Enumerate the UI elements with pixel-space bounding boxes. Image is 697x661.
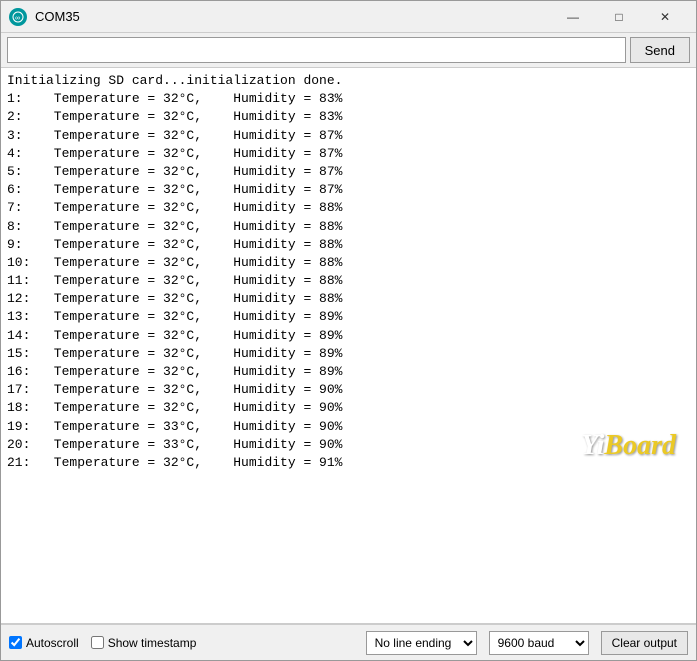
- timestamp-checkbox[interactable]: [91, 636, 104, 649]
- autoscroll-checkbox[interactable]: [9, 636, 22, 649]
- main-window: ∞ COM35 — □ ✕ Send Initializing SD card.…: [0, 0, 697, 661]
- serial-line: 18: Temperature = 32°C, Humidity = 90%: [7, 399, 690, 417]
- maximize-button[interactable]: □: [596, 2, 642, 32]
- serial-line: 21: Temperature = 32°C, Humidity = 91%: [7, 454, 690, 472]
- timestamp-label: Show timestamp: [108, 636, 197, 650]
- minimize-button[interactable]: —: [550, 2, 596, 32]
- serial-line: 14: Temperature = 32°C, Humidity = 89%: [7, 327, 690, 345]
- close-button[interactable]: ✕: [642, 2, 688, 32]
- serial-line: 6: Temperature = 32°C, Humidity = 87%: [7, 181, 690, 199]
- serial-line: 19: Temperature = 33°C, Humidity = 90%: [7, 418, 690, 436]
- serial-line: 2: Temperature = 32°C, Humidity = 83%: [7, 108, 690, 126]
- timestamp-checkbox-label[interactable]: Show timestamp: [91, 636, 197, 650]
- autoscroll-checkbox-label[interactable]: Autoscroll: [9, 636, 79, 650]
- input-bar: Send: [1, 33, 696, 68]
- serial-line: 5: Temperature = 32°C, Humidity = 87%: [7, 163, 690, 181]
- serial-line: 11: Temperature = 32°C, Humidity = 88%: [7, 272, 690, 290]
- serial-line: 1: Temperature = 32°C, Humidity = 83%: [7, 90, 690, 108]
- serial-line: 8: Temperature = 32°C, Humidity = 88%: [7, 218, 690, 236]
- send-button[interactable]: Send: [630, 37, 690, 63]
- serial-line: 16: Temperature = 32°C, Humidity = 89%: [7, 363, 690, 381]
- app-icon: ∞: [9, 8, 27, 26]
- serial-output[interactable]: Initializing SD card...initialization do…: [1, 68, 696, 624]
- serial-line: 9: Temperature = 32°C, Humidity = 88%: [7, 236, 690, 254]
- svg-text:∞: ∞: [15, 15, 20, 22]
- line-ending-select[interactable]: No line endingNewlineCarriage returnBoth…: [366, 631, 477, 655]
- serial-line: 4: Temperature = 32°C, Humidity = 87%: [7, 145, 690, 163]
- title-bar: ∞ COM35 — □ ✕: [1, 1, 696, 33]
- serial-line: 7: Temperature = 32°C, Humidity = 88%: [7, 199, 690, 217]
- autoscroll-label: Autoscroll: [26, 636, 79, 650]
- serial-line: Initializing SD card...initialization do…: [7, 72, 690, 90]
- baud-rate-select[interactable]: 300 baud1200 baud2400 baud4800 baud9600 …: [489, 631, 589, 655]
- status-bar: Autoscroll Show timestamp No line ending…: [1, 624, 696, 660]
- serial-line: 15: Temperature = 32°C, Humidity = 89%: [7, 345, 690, 363]
- serial-line: 20: Temperature = 33°C, Humidity = 90%: [7, 436, 690, 454]
- serial-line: 17: Temperature = 32°C, Humidity = 90%: [7, 381, 690, 399]
- serial-input[interactable]: [7, 37, 626, 63]
- clear-output-button[interactable]: Clear output: [601, 631, 688, 655]
- serial-line: 10: Temperature = 32°C, Humidity = 88%: [7, 254, 690, 272]
- window-title: COM35: [35, 9, 550, 24]
- window-controls: — □ ✕: [550, 2, 688, 32]
- serial-line: 3: Temperature = 32°C, Humidity = 87%: [7, 127, 690, 145]
- serial-line: 12: Temperature = 32°C, Humidity = 88%: [7, 290, 690, 308]
- serial-line: 13: Temperature = 32°C, Humidity = 89%: [7, 308, 690, 326]
